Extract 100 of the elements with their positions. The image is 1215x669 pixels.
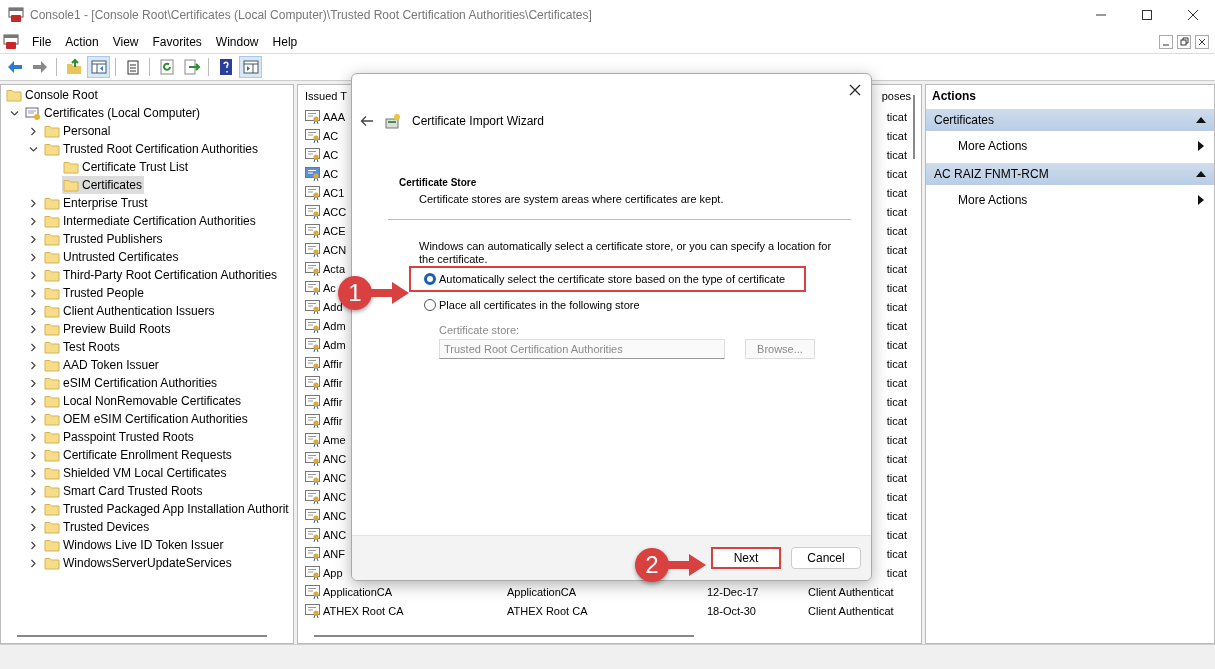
folder-icon [44,267,60,283]
next-button[interactable]: Next [711,547,781,569]
tree-item[interactable]: Local NonRemovable Certificates [43,392,244,410]
minimize-icon[interactable] [1159,34,1173,49]
chevron-icon[interactable] [29,216,38,226]
chevron-icon[interactable] [29,414,38,424]
tree-item[interactable]: Third-Party Root Certification Authorities [43,266,280,284]
cancel-button[interactable]: Cancel [791,547,861,569]
chevron-icon[interactable] [29,126,38,136]
scrollbar-thumb[interactable] [17,635,267,637]
radio-option[interactable]: Automatically select the certificate store based on the type of certificate [409,266,806,292]
tree-item-label: Certificates (Local Computer) [44,106,201,120]
action-item[interactable]: More Actions [926,185,1214,215]
folder-icon [44,429,60,445]
chevron-icon[interactable] [29,252,38,262]
tree-item[interactable]: Certificate Enrollment Requests [43,446,234,464]
tree-item[interactable]: Test Roots [43,338,122,356]
tree-item[interactable]: Intermediate Certification Authorities [43,212,258,230]
table-cell: ticat [886,110,907,123]
table-cell: ticat [886,471,907,484]
tree-item[interactable]: WindowsServerUpdateServices [43,554,234,572]
chevron-icon[interactable] [29,486,38,496]
tree-item[interactable]: Trusted Publishers [43,230,165,248]
collapse-icon[interactable] [1196,117,1206,123]
restore-icon[interactable] [1177,34,1191,49]
chevron-icon[interactable] [29,342,38,352]
tree-item[interactable]: Enterprise Trust [43,194,150,212]
tree-item-label: Untrusted Certificates [63,250,179,264]
column-header[interactable]: Issued T [305,90,347,102]
tree-item[interactable]: Client Authentication Issuers [43,302,217,320]
scrollbar-thumb[interactable] [314,635,694,637]
chevron-icon[interactable] [29,540,38,550]
chevron-icon[interactable] [29,522,38,532]
action-item[interactable]: More Actions [926,131,1214,161]
table-cell: ticat [886,167,907,180]
menu-item[interactable]: View [105,32,146,51]
chevron-icon[interactable] [29,198,38,208]
collapse-icon[interactable] [1196,171,1206,177]
tree-item[interactable]: AAD Token Issuer [43,356,161,374]
tree-item[interactable]: OEM eSIM Certification Authorities [43,410,250,428]
tree-item-label: Windows Live ID Token Issuer [63,538,224,552]
chevron-icon[interactable] [10,108,19,118]
action-group-header[interactable]: Certificates [926,109,1214,131]
tree-item[interactable]: Untrusted Certificates [43,248,181,266]
pane-button[interactable] [239,56,262,78]
chevron-icon[interactable] [29,234,38,244]
tree-item[interactable]: Shielded VM Local Certificates [43,464,229,482]
chevron-icon[interactable] [29,288,38,298]
folder-icon [44,123,60,139]
table-cell: ticat [886,528,907,541]
tree-item[interactable]: Certificates [62,176,145,194]
menu-item[interactable]: Favorites [145,32,209,51]
close-icon[interactable] [849,84,861,96]
tree-item[interactable]: Smart Card Trusted Roots [43,482,205,500]
scrollbar-thumb[interactable] [913,95,915,159]
close-icon[interactable] [1187,9,1199,21]
tree-item[interactable]: Passpoint Trusted Roots [43,428,196,446]
menu-item[interactable]: File [25,32,59,51]
tree-item[interactable]: Trusted Root Certification Authorities [43,140,260,158]
radio-button[interactable] [424,299,436,311]
tree-item[interactable]: Personal [43,122,113,140]
tree-item[interactable]: Trusted People [43,284,146,302]
submenu-arrow-icon [1198,141,1204,151]
close-icon[interactable] [1195,34,1209,49]
tree-item[interactable]: Trusted Devices [43,518,152,536]
chevron-icon[interactable] [29,360,38,370]
chevron-icon[interactable] [29,270,38,280]
menu-item[interactable]: Window [208,32,266,51]
folder-icon [44,519,60,535]
chevron-icon[interactable] [29,396,38,406]
chevron-icon[interactable] [29,432,38,442]
tree-item[interactable]: Trusted Packaged App Installation Authorit [43,500,291,518]
menu-item[interactable]: Action [58,32,106,51]
chevron-icon[interactable] [29,558,38,568]
menu-item[interactable]: Help [265,32,305,51]
chevron-icon[interactable] [29,450,38,460]
maximize-icon[interactable] [1141,9,1153,21]
tree-item[interactable]: Preview Build Roots [43,320,173,338]
table-cell: ticat [886,262,907,275]
action-group-header[interactable]: AC RAIZ FNMT-RCM [926,163,1214,185]
radio-button[interactable] [424,273,436,285]
back-arrow-icon[interactable] [360,115,374,127]
tree-item[interactable]: Certificates (Local Computer) [24,104,203,122]
tree-item[interactable]: eSIM Certification Authorities [43,374,220,392]
tree-item[interactable]: Console Root [5,86,100,104]
table-cell: ticat [886,395,907,408]
table-cell: Adm [323,319,346,332]
table-cell-text: ATHEX Root CA [323,604,405,617]
chevron-icon[interactable] [29,378,38,388]
chevron-icon[interactable] [29,468,38,478]
chevron-icon[interactable] [29,504,38,514]
column-header[interactable]: poses [881,90,911,102]
tree-item[interactable]: Windows Live ID Token Issuer [43,536,226,554]
chevron-icon[interactable] [29,144,38,154]
chevron-icon[interactable] [29,306,38,316]
tree-item[interactable]: Certificate Trust List [62,158,191,176]
radio-option[interactable]: Place all certificates in the following store [409,292,806,318]
refresh-icon [157,58,176,76]
folder-icon [44,141,60,157]
chevron-icon[interactable] [29,324,38,334]
